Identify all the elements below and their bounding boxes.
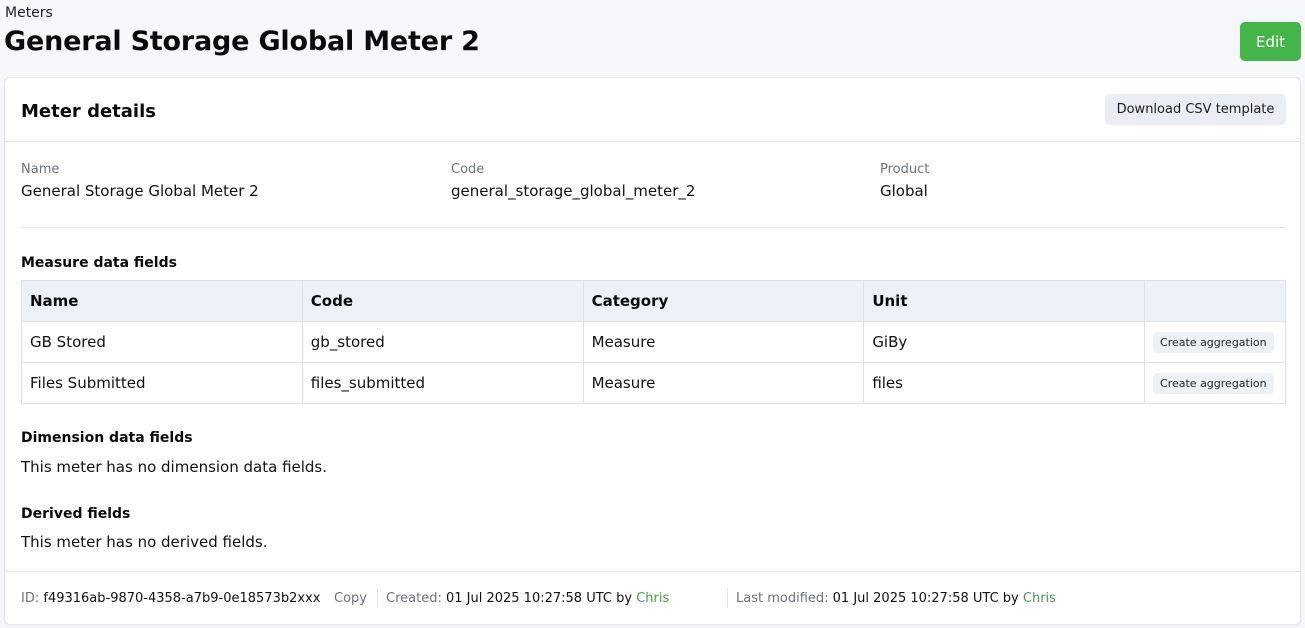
detail-product-value: Global bbox=[880, 182, 928, 200]
column-header-unit: Unit bbox=[863, 280, 1146, 322]
cell-code: files_submitted bbox=[301, 362, 584, 404]
cell-category: Measure bbox=[582, 321, 865, 363]
meter-details-card: Meter details Download CSV template Name… bbox=[4, 77, 1301, 625]
card-title: Meter details bbox=[21, 101, 156, 122]
created-info: Created: 01 Jul 2025 10:27:58 UTC by Chr… bbox=[386, 591, 669, 606]
detail-code: Code general_storage_global_meter_2 bbox=[451, 162, 695, 200]
meter-id-value: f49316ab-9870-4358-a7b9-0e18573b2xxx bbox=[43, 591, 321, 606]
column-header-code: Code bbox=[301, 280, 584, 322]
dimension-fields-empty-text: This meter has no dimension data fields. bbox=[21, 458, 328, 476]
divider bbox=[21, 227, 1286, 228]
separator bbox=[727, 588, 728, 608]
column-header-name: Name bbox=[21, 280, 303, 322]
detail-code-label: Code bbox=[451, 162, 485, 177]
create-aggregation-button[interactable]: Create aggregation bbox=[1153, 331, 1274, 353]
column-header-actions bbox=[1144, 280, 1286, 322]
create-aggregation-button[interactable]: Create aggregation bbox=[1153, 372, 1274, 394]
created-label: Created: bbox=[386, 591, 442, 606]
cell-code: gb_stored bbox=[301, 321, 584, 363]
meter-id: ID: f49316ab-9870-4358-a7b9-0e18573b2xxx bbox=[21, 591, 320, 606]
derived-fields-title: Derived fields bbox=[21, 506, 131, 522]
derived-fields-empty-text: This meter has no derived fields. bbox=[21, 533, 268, 551]
detail-name: Name General Storage Global Meter 2 bbox=[21, 162, 259, 200]
detail-product-label: Product bbox=[880, 162, 930, 177]
card-footer: ID: f49316ab-9870-4358-a7b9-0e18573b2xxx… bbox=[5, 571, 1300, 625]
created-value: 01 Jul 2025 10:27:58 UTC by bbox=[445, 591, 633, 606]
measure-fields-title: Measure data fields bbox=[21, 255, 177, 271]
copy-id-button[interactable]: Copy bbox=[334, 591, 367, 606]
page-title: General Storage Global Meter 2 bbox=[4, 26, 480, 57]
dimension-fields-title: Dimension data fields bbox=[21, 430, 193, 446]
modified-value: 01 Jul 2025 10:27:58 UTC by bbox=[832, 591, 1019, 606]
modified-info: Last modified: 01 Jul 2025 10:27:58 UTC … bbox=[736, 591, 1056, 606]
cell-actions: Create aggregation bbox=[1144, 321, 1286, 363]
cell-category: Measure bbox=[582, 362, 865, 404]
breadcrumb[interactable]: Meters bbox=[5, 5, 53, 21]
table-row: GB Stored gb_stored Measure GiBy Create … bbox=[21, 321, 1286, 363]
table-header-row: Name Code Category Unit bbox=[21, 280, 1286, 322]
measure-fields-table: Name Code Category Unit GB Stored gb_sto… bbox=[21, 280, 1286, 404]
cell-actions: Create aggregation bbox=[1144, 362, 1286, 404]
cell-name: Files Submitted bbox=[21, 362, 303, 404]
download-csv-template-button[interactable]: Download CSV template bbox=[1105, 94, 1286, 125]
cell-unit: GiBy bbox=[863, 321, 1146, 363]
cell-unit: files bbox=[863, 362, 1146, 404]
edit-button[interactable]: Edit bbox=[1240, 22, 1301, 61]
modified-label: Last modified: bbox=[736, 591, 829, 606]
detail-code-value: general_storage_global_meter_2 bbox=[451, 182, 696, 200]
detail-product: Product Global bbox=[880, 162, 929, 200]
modified-by-link[interactable]: Chris bbox=[1023, 591, 1056, 606]
created-by-link[interactable]: Chris bbox=[636, 591, 669, 606]
detail-name-value: General Storage Global Meter 2 bbox=[21, 182, 259, 200]
cell-name: GB Stored bbox=[21, 321, 303, 363]
column-header-category: Category bbox=[582, 280, 865, 322]
separator bbox=[377, 588, 378, 608]
table-row: Files Submitted files_submitted Measure … bbox=[21, 362, 1286, 404]
meter-id-label: ID: bbox=[21, 591, 40, 606]
card-header: Meter details Download CSV template bbox=[5, 78, 1300, 142]
detail-name-label: Name bbox=[21, 162, 60, 177]
